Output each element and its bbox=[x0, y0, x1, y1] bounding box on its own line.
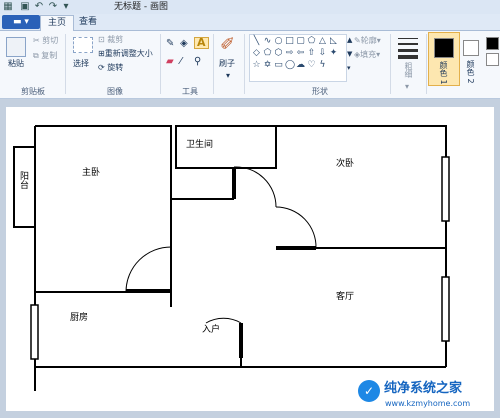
save-icon[interactable]: ▣ bbox=[19, 1, 31, 13]
heart-shape-icon[interactable]: ♡ bbox=[307, 61, 316, 70]
crop-button[interactable]: ⊡ 裁剪 bbox=[98, 35, 123, 45]
rounded-rectangle-shape-icon[interactable]: ▢ bbox=[296, 37, 305, 46]
lightning-shape-icon[interactable]: ϟ bbox=[318, 61, 327, 70]
undo-icon[interactable]: ↶ bbox=[33, 1, 45, 13]
ribbon: 粘贴 ✂ 剪切 ⧉ 复制 剪贴板 选择 ⊡ 裁剪 ⊞重新调整大小 ⟳ 旋转 图像… bbox=[0, 31, 500, 99]
title-bar: ▦ ▣ ↶ ↷ ▾ 无标题 - 画图 bbox=[0, 0, 500, 15]
five-point-star-shape-icon[interactable]: ☆ bbox=[252, 61, 261, 70]
left-arrow-shape-icon[interactable]: ⇦ bbox=[296, 49, 305, 58]
rotate-button[interactable]: ⟳ 旋转 bbox=[98, 63, 123, 73]
six-point-star-shape-icon[interactable]: ✡ bbox=[263, 61, 272, 70]
color-picker-icon[interactable]: ⁄ bbox=[180, 57, 182, 67]
room-label-kitchen: 厨房 bbox=[70, 313, 89, 323]
select-button[interactable]: 选择 bbox=[73, 59, 89, 69]
diamond-shape-icon[interactable]: ◇ bbox=[252, 49, 261, 58]
redo-icon[interactable]: ↷ bbox=[47, 1, 59, 13]
hexagon-shape-icon[interactable]: ⬡ bbox=[274, 49, 283, 58]
palette-swatch-black[interactable] bbox=[486, 37, 499, 50]
eraser-icon[interactable]: ▰ bbox=[166, 57, 174, 67]
magnifier-icon[interactable]: ⚲ bbox=[194, 57, 201, 67]
color1-button[interactable]: 颜色 1 bbox=[428, 32, 460, 86]
group-shapes: 形状 bbox=[312, 87, 328, 96]
four-point-star-shape-icon[interactable]: ✦ bbox=[329, 49, 338, 58]
group-image: 图像 bbox=[107, 87, 123, 96]
oval-callout-shape-icon[interactable]: ◯ bbox=[285, 61, 295, 70]
down-arrow-shape-icon[interactable]: ⇩ bbox=[318, 49, 327, 58]
separator bbox=[426, 34, 427, 94]
curve-shape-icon[interactable]: ∿ bbox=[263, 37, 272, 46]
pentagon-shape-icon[interactable]: ⬠ bbox=[263, 49, 272, 58]
paste-button[interactable]: 粘贴 bbox=[8, 59, 24, 69]
color2-label: 颜色 2 bbox=[466, 60, 475, 84]
watermark-url: www.kzmyhome.com bbox=[385, 399, 471, 408]
paint-app-icon[interactable]: ▦ bbox=[2, 1, 14, 13]
brushes-button[interactable]: 刷子 bbox=[219, 59, 235, 69]
palette-swatch-white[interactable] bbox=[486, 53, 499, 66]
canvas[interactable]: 阳台 主卧 卫生间 次卧 厨房 入户 客厅 bbox=[6, 107, 494, 411]
color1-label: 颜色 1 bbox=[439, 61, 448, 85]
chevron-down-icon[interactable]: ▾ bbox=[226, 71, 230, 81]
size-icon[interactable] bbox=[398, 38, 418, 60]
separator bbox=[390, 34, 391, 94]
fill-button[interactable]: ◈填充▾ bbox=[354, 50, 380, 60]
callout-shape-icon[interactable]: ▭ bbox=[274, 61, 283, 70]
room-label-master-bedroom: 主卧 bbox=[82, 168, 101, 178]
separator bbox=[244, 34, 245, 94]
right-arrow-shape-icon[interactable]: ⇨ bbox=[285, 49, 294, 58]
fill-bucket-icon[interactable]: ◈ bbox=[180, 39, 188, 49]
oval-shape-icon[interactable]: ○ bbox=[274, 37, 283, 46]
watermark-title: 纯净系统之家 bbox=[384, 381, 463, 396]
file-menu-button[interactable]: ▬ ▾ bbox=[2, 15, 40, 29]
separator bbox=[213, 34, 214, 94]
copy-button[interactable]: ⧉ 复制 bbox=[33, 51, 57, 61]
gallery-scroll-up-icon[interactable]: ▲ bbox=[347, 35, 352, 45]
triangle-shape-icon[interactable]: △ bbox=[318, 37, 327, 46]
separator bbox=[65, 34, 66, 94]
up-arrow-shape-icon[interactable]: ⇧ bbox=[307, 49, 316, 58]
room-label-second-bedroom: 次卧 bbox=[336, 159, 355, 169]
ribbon-tabs: ▬ ▾ 主页 查看 bbox=[0, 14, 500, 31]
polygon-shape-icon[interactable]: ⬠ bbox=[307, 37, 316, 46]
chevron-down-icon[interactable]: ▾ bbox=[405, 82, 409, 92]
text-tool-icon[interactable]: A bbox=[194, 37, 209, 49]
right-triangle-shape-icon[interactable]: ◺ bbox=[329, 37, 338, 46]
rectangle-shape-icon[interactable]: □ bbox=[285, 37, 294, 46]
brush-icon[interactable]: ✐ bbox=[220, 35, 235, 55]
shapes-gallery[interactable]: ╲ ∿ ○ □ ▢ ⬠ △ ◺ ◇ ⬠ ⬡ ⇨ ⇦ ⇧ ⇩ ✦ ☆ ✡ ▭ ◯ … bbox=[249, 34, 347, 82]
color2-button[interactable]: 颜色 2 bbox=[460, 32, 484, 84]
cut-button[interactable]: ✂ 剪切 bbox=[33, 36, 58, 46]
room-label-entrance: 入户 bbox=[202, 325, 221, 335]
outline-button[interactable]: ✎轮廓▾ bbox=[354, 36, 381, 46]
paste-icon[interactable] bbox=[6, 37, 26, 57]
select-icon[interactable] bbox=[73, 37, 93, 53]
group-clipboard: 剪贴板 bbox=[21, 87, 45, 96]
window-title: 无标题 - 画图 bbox=[114, 2, 168, 12]
size-button[interactable]: 粗细 bbox=[403, 62, 413, 78]
group-tools: 工具 bbox=[182, 87, 198, 96]
room-label-balcony: 阳台 bbox=[18, 171, 28, 189]
customize-qat-icon[interactable]: ▾ bbox=[60, 1, 72, 13]
room-label-living-room: 客厅 bbox=[336, 292, 355, 302]
color2-swatch bbox=[463, 40, 479, 56]
room-label-bathroom: 卫生间 bbox=[186, 140, 214, 150]
floorplan-drawing bbox=[13, 125, 450, 391]
separator bbox=[160, 34, 161, 94]
line-shape-icon[interactable]: ╲ bbox=[252, 37, 261, 46]
gallery-expand-icon[interactable]: ▾ bbox=[347, 63, 351, 73]
color1-swatch bbox=[434, 38, 454, 58]
gallery-scroll-down-icon[interactable]: ▼ bbox=[347, 49, 352, 59]
tab-view[interactable]: 查看 bbox=[74, 15, 102, 30]
resize-button[interactable]: ⊞重新调整大小 bbox=[98, 49, 153, 59]
watermark-logo-icon: ✓ bbox=[358, 380, 380, 402]
pencil-icon[interactable]: ✎ bbox=[166, 39, 174, 49]
tab-home[interactable]: 主页 bbox=[40, 15, 74, 31]
cloud-callout-shape-icon[interactable]: ☁ bbox=[296, 61, 305, 70]
